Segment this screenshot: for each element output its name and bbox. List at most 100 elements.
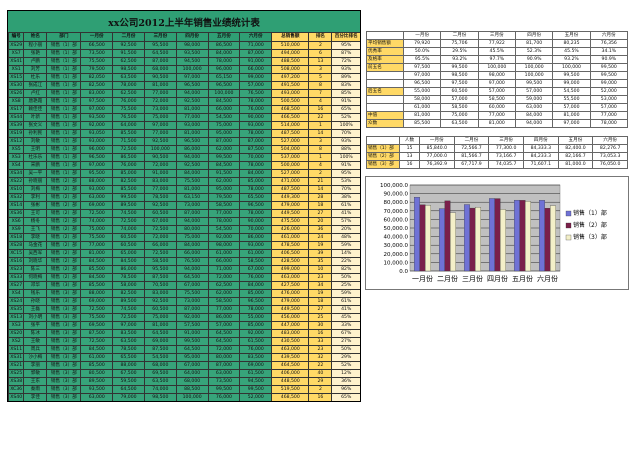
table-cell: 81,000 [80, 249, 114, 258]
stats-cell: 99,500 [589, 63, 629, 72]
stats-cell: 及格率 [366, 55, 404, 64]
table-cell: 69,000 [143, 337, 177, 346]
table-cell: 53% [331, 177, 360, 186]
table-cell: 29 [308, 377, 333, 386]
table-cell: 孙利民 [23, 129, 48, 138]
stats-cell: 前五名 [366, 63, 404, 72]
stats-cell: 59,000 [514, 95, 554, 104]
table-row: XS3 杜乐乐 销售（1）部 96,500 86,500 90,500 94,000 99,5… [8, 153, 360, 162]
table-cell: 87,000 [207, 137, 241, 146]
table-cell: 88,000 [112, 361, 145, 370]
table-cell: 刘芳 [23, 65, 48, 74]
table-cell: 89,500 [80, 377, 114, 386]
table-cell: 92,000 [175, 313, 209, 322]
table-cell: 78,000 [239, 209, 273, 218]
table-row: XS2 王敏 销售（3）部 72,500 63,500 69,000 99,500 64,50… [8, 337, 360, 346]
table-cell: 91,500 [207, 169, 241, 178]
stats-cell: 57,000 [477, 87, 516, 96]
table-cell: 61,000 [80, 353, 114, 362]
stats-cell: 99,500 [552, 71, 591, 80]
stats-cell: 52,000 [589, 87, 629, 96]
table-cell: 510,000 [271, 41, 310, 50]
table-cell: 491,500 [271, 81, 310, 90]
stats-row: 及格率 95.5% 93.2% 97.7% 90.9% 93.2% 90.9% [366, 55, 629, 64]
table-cell: 86,000 [207, 313, 241, 322]
table-cell: 87,500 [143, 273, 177, 282]
stats-cell: 97,000 [477, 79, 516, 88]
table-cell: XS4 [8, 161, 25, 170]
table-cell: 周兵 [23, 345, 48, 354]
table-cell: 72,500 [144, 402, 176, 403]
table-cell: 476,000 [271, 289, 310, 298]
table-cell: 77,000 [207, 305, 241, 314]
table-cell: 95,500 [143, 265, 177, 274]
table-cell: 王飞 [23, 225, 48, 234]
table-cell: 95,000 [175, 353, 209, 362]
table-row: XC15 吴西军 销售（2）部 81,000 65,000 72,500 66,000 61,… [8, 249, 360, 258]
stats-cell: 100,000 [514, 63, 554, 72]
table-cell: 92,500 [175, 97, 209, 106]
table-row: XS23 陈三 销售（2）部 85,500 86,000 95,500 94,000 71,0… [8, 265, 360, 274]
dept-cell: 74,035.7 [488, 160, 524, 169]
table-cell: 销售（1）部 [46, 161, 82, 170]
dept-row: 销售（2）部 13 77,000.0 81,566.7 73,166.7 84,233.3… [366, 152, 628, 161]
main-header-cell: 排名 [308, 32, 333, 42]
stats-cell: 95.5% [402, 55, 442, 64]
table-cell: 34 [308, 281, 333, 290]
bar [500, 209, 506, 272]
bar [550, 205, 556, 272]
table-cell: 98,500 [112, 65, 145, 74]
stats-cell: 60,500 [440, 87, 479, 96]
table-row: XS26 卢红 销售（1）部 83,000 62,500 77,000 94,000 100,… [8, 89, 360, 98]
table-cell: 销售（1）部 [46, 49, 82, 58]
table-cell: 59,500 [112, 377, 145, 386]
table-cell: 63,000 [207, 369, 241, 378]
table-row: XS16 刘晓华 销售（2）部 84,500 84,500 58,500 76,500 66,… [8, 257, 360, 266]
table-cell: 杜乐 [23, 73, 48, 82]
stats-cell: 50.0% [402, 47, 442, 56]
stats-cell: 85,500 [402, 119, 442, 128]
table-cell: 40 [308, 369, 333, 378]
table-cell: 66,500 [80, 41, 114, 50]
table-cell: 95% [331, 41, 360, 50]
table-cell: 100,000 [143, 145, 177, 154]
table-cell: 87,000 [239, 49, 273, 58]
x-tick-label: 五月份 [512, 274, 533, 283]
table-cell: 61,000 [239, 249, 273, 258]
table-cell: XS12 [8, 137, 25, 146]
legend-label: 销售（2）部 [573, 221, 607, 229]
table-row: XS8 唐艳霞 销售（1）部 97,500 76,000 72,000 92,500 84,5… [8, 97, 360, 106]
table-cell: 18 [308, 201, 333, 210]
table-cell: 69,500 [143, 369, 177, 378]
table-row: XS6 杨冬 销售（2）部 74,000 72,500 67,000 94,000 78,00… [8, 217, 360, 226]
x-tick-label: 四月份 [487, 274, 508, 283]
table-cell: 93,050 [80, 129, 114, 138]
table-cell: 96% [331, 385, 360, 394]
table-row: XS25 郭敏 销售（3）部 80,500 67,500 69,500 64,000 63,0… [8, 369, 360, 378]
table-cell: 508,000 [271, 65, 310, 74]
table-cell: 10 [308, 265, 333, 274]
dept-row: 销售（3）部 16 76,392.9 67,717.9 74,035.7 71,607.1… [366, 160, 628, 169]
dept-cell: 72,566.7 [453, 144, 490, 153]
stats-cell: 79,920 [402, 39, 442, 48]
table-cell: 84,000 [175, 169, 209, 178]
main-header-cell: 四月份 [175, 32, 209, 42]
table-cell: 16 [308, 105, 333, 114]
table-cell: XS32 [8, 193, 25, 202]
stats-cell: 97,500 [402, 63, 442, 72]
dept-header-cell: 人数 [399, 136, 420, 145]
table-cell: 27 [308, 209, 333, 218]
table-cell: 439,500 [271, 353, 310, 362]
table-cell: 销售（1）部 [46, 97, 82, 106]
table-cell: 519,500 [271, 385, 310, 394]
main-table: 编号 姓名 部门 一月份 二月份 三月份 四月份 五月份 六月份 总销售额 排名 百分比排名 XS29… [8, 32, 360, 403]
bar [494, 198, 501, 272]
dept-cell: 13 [399, 152, 420, 161]
table-cell: 77,000 [207, 209, 241, 218]
table-cell: 83,000 [143, 289, 177, 298]
table-cell: 96,500 [175, 81, 209, 90]
table-cell: 73,500 [80, 49, 114, 58]
table-cell: 8 [308, 81, 333, 90]
table-cell: 86,500 [112, 153, 145, 162]
table-row: XS4 钱乐 销售（3）部 88,000 82,500 83,000 75,500 62,00… [8, 289, 360, 298]
